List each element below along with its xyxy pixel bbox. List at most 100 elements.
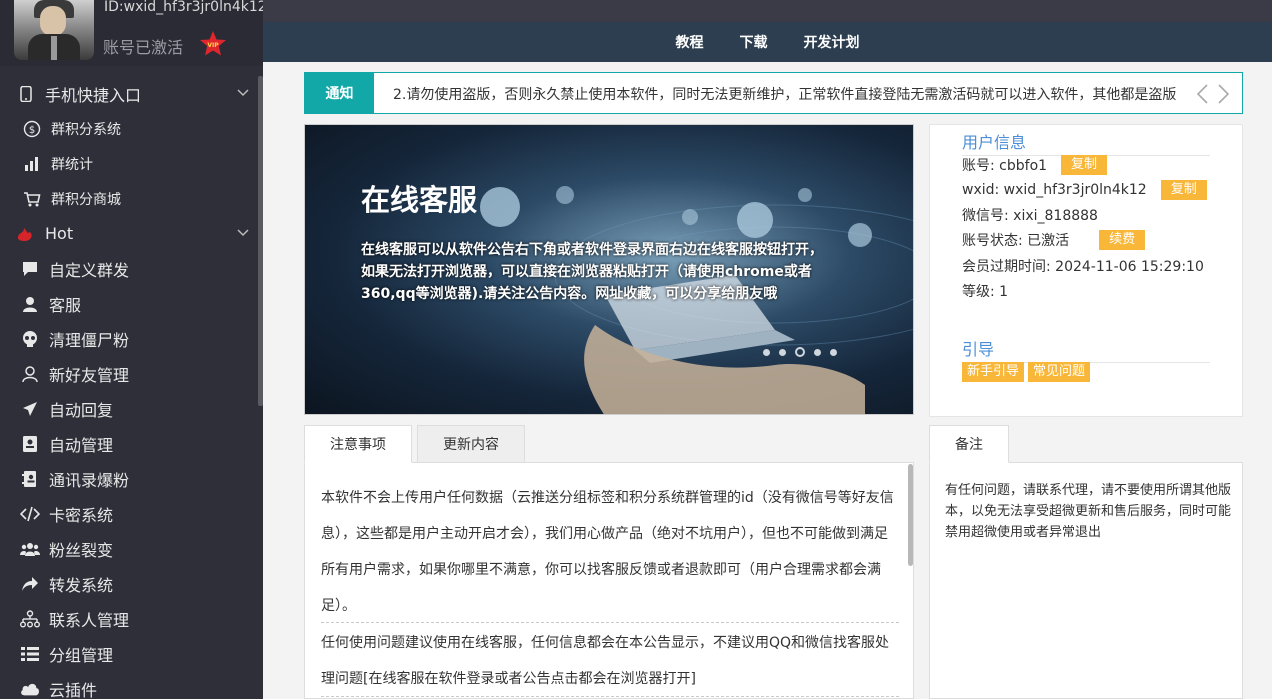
code-icon <box>20 504 40 524</box>
carousel-dot[interactable] <box>830 348 837 356</box>
sidebar-item-mobile-entry[interactable]: 手机快捷入口 <box>0 76 258 111</box>
banner-carousel[interactable]: 在线客服 在线客服可以从软件公告右下角或者软件登录界面右边在线客服按钮打开，如果… <box>304 124 914 415</box>
sidebar-item-label: 粉丝裂变 <box>49 540 114 560</box>
renew-button[interactable]: 续费 <box>1099 230 1146 250</box>
sidebar-item-label: 通讯录爆粉 <box>49 470 130 490</box>
dollar-icon: $ <box>22 119 42 139</box>
user-icon <box>20 294 40 314</box>
wxid-row: wxid: wxid_hf3r3jr0ln4k12 复制 <box>962 180 1207 200</box>
user-info-title: 用户信息 <box>962 129 1210 156</box>
faq-button[interactable]: 常见问题 <box>1028 362 1091 382</box>
account-row: 账号: cbbfo1 复制 <box>962 155 1108 175</box>
sidebar-item-label: 云插件 <box>49 680 98 699</box>
account-value: 账号: cbbfo1 <box>962 158 1048 174</box>
sidebar-item-hot[interactable]: Hot <box>0 216 258 251</box>
note-paragraph: 任何使用问题建议使用在线客服，任何信息都会在本公告显示，不建议用QQ和微信找客服… <box>321 635 890 687</box>
svg-text:VIP: VIP <box>207 42 219 49</box>
page-scrollbar[interactable] <box>1255 62 1272 699</box>
fire-icon <box>16 224 36 244</box>
sidebar-item-label: 联系人管理 <box>49 610 130 630</box>
sidebar-item-custom-broadcast[interactable]: 自定义群发 <box>0 251 258 286</box>
carousel-dot[interactable] <box>763 348 770 356</box>
top-strip <box>263 0 1272 22</box>
carousel-dot-active[interactable] <box>795 347 805 357</box>
notes-panel: 本软件不会上传用户任何数据（云推送分组标签和积分系统群管理的id（没有微信号等好… <box>304 462 914 699</box>
banner-text: 在线客服可以从软件公告右下角或者软件登录界面右边在线客服按钮打开，如果无法打开浏… <box>361 242 823 302</box>
sidebar-item-label: 手机快捷入口 <box>45 85 142 105</box>
chevron-left-icon[interactable] <box>1195 83 1209 105</box>
sidebar-item-points-mall[interactable]: 群积分商城 <box>0 181 258 216</box>
expire-row: 会员过期时间: 2024-11-06 15:29:10 <box>962 256 1204 276</box>
sidebar-scrollbar[interactable] <box>258 76 263 406</box>
copy-wxid-button[interactable]: 复制 <box>1160 180 1207 200</box>
carousel-dot[interactable] <box>814 348 821 356</box>
nav-dev-plan[interactable]: 开发计划 <box>804 32 860 52</box>
user-info-panel: 用户信息 账号: cbbfo1 复制 wxid: wxid_hf3r3jr0ln… <box>929 124 1243 417</box>
send-icon <box>20 399 40 419</box>
sidebar-item-label: 自动管理 <box>49 435 114 455</box>
sidebar-item-new-friends[interactable]: 新好友管理 <box>0 356 258 391</box>
account-status: 账号已激活 <box>103 38 184 57</box>
sidebar-item-contact-manage[interactable]: 联系人管理 <box>0 601 258 636</box>
cart-icon <box>22 189 42 209</box>
sidebar-item-group-points[interactable]: $ 群积分系统 <box>0 111 258 146</box>
beginner-guide-button[interactable]: 新手引导 <box>962 362 1025 382</box>
sidebar: ID:wxid_hf3r3jr0ln4k12 账号已激活 VIP 手机快捷入口 … <box>0 0 263 699</box>
guide-buttons: 新手引导 常见问题 <box>962 362 1091 382</box>
nav-download[interactable]: 下载 <box>740 32 768 52</box>
status-value: 账号状态: 已激活 <box>962 233 1070 249</box>
share-icon <box>20 574 40 594</box>
sidebar-item-contacts-boost[interactable]: 通讯录爆粉 <box>0 461 258 496</box>
expire-value: 会员过期时间: 2024-11-06 15:29:10 <box>962 259 1204 275</box>
sidebar-item-label: 新好友管理 <box>49 365 130 385</box>
remark-text: 有任何问题，请联系代理，请不要使用所谓其他版本，以免无法享受超微更新和售后服务，… <box>945 483 1232 540</box>
skull-icon <box>20 329 40 349</box>
sidebar-item-customer-service[interactable]: 客服 <box>0 286 258 321</box>
tab-notes[interactable]: 注意事项 <box>304 425 412 463</box>
chevron-right-icon[interactable] <box>1217 83 1231 105</box>
address-book-icon <box>20 469 40 489</box>
sidebar-item-group-stats[interactable]: 群统计 <box>0 146 258 181</box>
level-row: 等级: 1 <box>962 281 1008 301</box>
sidebar-item-group-manage[interactable]: 分组管理 <box>0 636 258 671</box>
avatar[interactable] <box>14 0 94 60</box>
nav-tutorial[interactable]: 教程 <box>676 32 704 52</box>
sitemap-icon <box>20 609 40 629</box>
guide-title: 引导 <box>962 336 1210 363</box>
profile-header: ID:wxid_hf3r3jr0ln4k12 账号已激活 VIP <box>0 0 263 66</box>
vip-badge-icon: VIP <box>200 31 226 56</box>
sidebar-item-label: 转发系统 <box>49 575 114 595</box>
sidebar-item-auto-reply[interactable]: 自动回复 <box>0 391 258 426</box>
list-icon <box>20 644 40 664</box>
sidebar-item-clean-zombie[interactable]: 清理僵尸粉 <box>0 321 258 356</box>
wechat-row: 微信号: xixi_818888 <box>962 205 1098 225</box>
id-card-icon <box>20 434 40 454</box>
remark-section: 有任何问题，请联系代理，请不要使用所谓其他版本，以免无法享受超微更新和售后服务，… <box>929 425 1243 699</box>
sidebar-item-forward-system[interactable]: 转发系统 <box>0 566 258 601</box>
sidebar-item-auto-manage[interactable]: 自动管理 <box>0 426 258 461</box>
notes-scrollbar[interactable] <box>908 464 913 566</box>
profile-id: ID:wxid_hf3r3jr0ln4k12 <box>104 0 263 15</box>
tab-remark[interactable]: 备注 <box>929 425 1009 463</box>
sidebar-item-label: 自动回复 <box>49 400 114 420</box>
level-value: 等级: 1 <box>962 284 1009 300</box>
carousel-dot[interactable] <box>779 348 786 356</box>
mobile-icon <box>16 84 36 104</box>
copy-account-button[interactable]: 复制 <box>1061 155 1108 175</box>
sidebar-item-label: 群积分系统 <box>51 121 121 138</box>
sidebar-item-fan-fission[interactable]: 粉丝裂变 <box>0 531 258 566</box>
notes-section: 本软件不会上传用户任何数据（云推送分组标签和积分系统群管理的id（没有微信号等好… <box>304 425 914 699</box>
sidebar-item-cloud-plugin[interactable]: 云插件 <box>0 671 258 699</box>
sidebar-item-label: 客服 <box>49 295 82 315</box>
bar-chart-icon <box>22 154 42 174</box>
divider <box>321 622 899 623</box>
sidebar-item-label: 群统计 <box>51 156 93 173</box>
sidebar-item-label: 群积分商城 <box>51 191 121 208</box>
top-nav: 教程 下载 开发计划 <box>263 22 1272 62</box>
carousel-dots[interactable] <box>763 347 837 357</box>
person-icon <box>20 364 40 384</box>
sidebar-item-card-system[interactable]: 卡密系统 <box>0 496 258 531</box>
tab-updates[interactable]: 更新内容 <box>417 425 525 463</box>
users-icon <box>20 539 40 559</box>
sidebar-item-label: 分组管理 <box>49 645 114 665</box>
